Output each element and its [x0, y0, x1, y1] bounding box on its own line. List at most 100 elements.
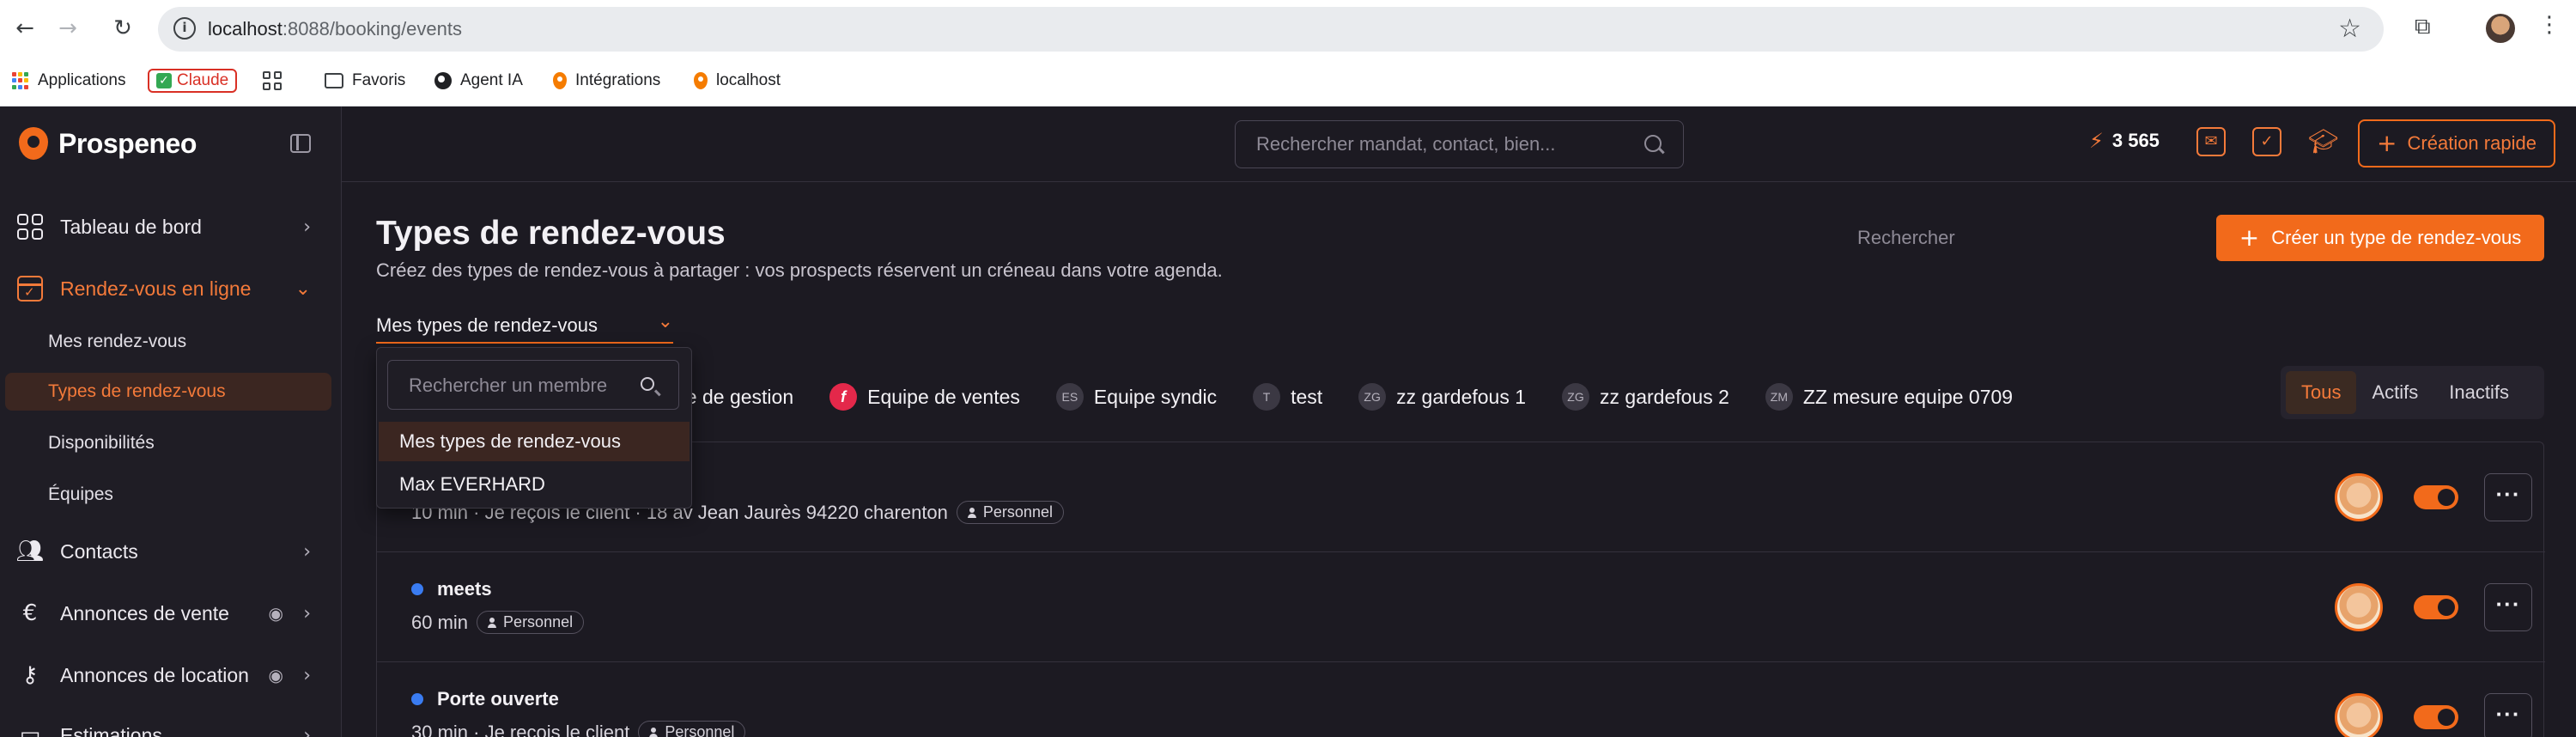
dropdown-option-member[interactable]: Max EVERHARD	[379, 465, 690, 504]
bookmark-star-icon[interactable]: ☆	[2338, 14, 2361, 44]
extensions-icon[interactable]: ⧉	[2415, 14, 2440, 40]
eye-icon[interactable]: ◉	[269, 665, 283, 685]
graduation-cap-icon[interactable]: 🎓︎	[2308, 127, 2339, 156]
team-filter-test[interactable]: Ttest	[1253, 383, 1322, 411]
key-icon: ⚷	[21, 662, 39, 688]
global-search[interactable]	[1235, 120, 1684, 168]
calendar-icon[interactable]: ✓	[2252, 127, 2281, 156]
color-dot	[411, 693, 423, 705]
search-icon[interactable]	[1644, 135, 1662, 152]
bookmark-agent-ia[interactable]: Agent IA	[434, 67, 523, 94]
team-filter-mesure[interactable]: ZM ZZ mesure equipe 0709	[1765, 383, 2013, 411]
browser-menu-icon[interactable]: ⋮	[2538, 12, 2561, 38]
team-filter-gardefous-2[interactable]: ZG zz gardefous 2	[1562, 383, 1729, 411]
status-badge: Personnel	[638, 721, 746, 737]
chevron-down-icon: ⌄	[657, 311, 673, 332]
bookmarks-bar: Applications ✓ Claude Favoris Agent IA In…	[0, 57, 2576, 107]
eye-icon[interactable]: ◉	[269, 603, 283, 624]
sidebar-sub-availability[interactable]: Disponibilités	[5, 424, 331, 462]
team-filter-syndic[interactable]: ES Equipe syndic	[1055, 383, 1217, 411]
sidebar-sub-teams[interactable]: Équipes	[5, 476, 331, 514]
team-filter-management[interactable]: pe de gestion	[675, 386, 793, 409]
folder-icon	[325, 73, 343, 88]
logo-icon	[19, 127, 48, 160]
sidebar-item-dashboard[interactable]: Tableau de bord ›	[15, 203, 326, 251]
active-toggle[interactable]	[2414, 595, 2458, 619]
credits-counter[interactable]: ⚡︎ 3 565	[2089, 129, 2160, 153]
back-icon[interactable]: ←	[12, 15, 38, 41]
bookmark-applications[interactable]: Applications	[12, 67, 125, 94]
member-search[interactable]	[387, 360, 679, 410]
pin-icon	[553, 72, 567, 89]
bookmark-claude[interactable]: ✓ Claude	[148, 67, 238, 94]
row-meta: 60 min Personnel	[411, 611, 585, 634]
more-options-button[interactable]: ···	[2484, 473, 2532, 521]
list-item[interactable]: meets 60 min Personnel ···	[377, 552, 2545, 662]
brand-name: Prospeneo	[58, 127, 197, 159]
quick-create-button[interactable]: + Création rapide	[2358, 119, 2555, 168]
top-header: ⚡︎ 3 565 ✉ ✓ 🎓︎ + Création rapide	[342, 107, 2576, 182]
mail-icon[interactable]: ✉	[2196, 127, 2226, 156]
reload-icon[interactable]: ↻	[110, 15, 136, 41]
team-filter-gardefous-1[interactable]: ZG zz gardefous 1	[1358, 383, 1526, 411]
user-icon	[649, 727, 659, 737]
row-title: meets	[411, 578, 492, 600]
team-avatar: f	[829, 383, 858, 411]
sidebar-item-label: Rendez-vous en ligne	[60, 277, 252, 300]
sidebar-item-estimations[interactable]: ▭ Estimations ›	[15, 711, 326, 737]
sidebar-item-rental-listings[interactable]: ⚷ Annonces de location ◉ ›	[15, 651, 326, 699]
sidebar-item-label: Tableau de bord	[60, 215, 202, 238]
address-bar[interactable]: i localhost:8088/booking/events ☆	[158, 7, 2384, 52]
site-info-icon[interactable]: i	[173, 17, 196, 40]
sidebar-item-online-booking[interactable]: Rendez-vous en ligne ⌄	[15, 265, 326, 313]
active-toggle[interactable]	[2414, 485, 2458, 509]
owner-filter-select[interactable]: Mes types de rendez-vous ⌄	[376, 311, 673, 344]
team-filter-sales[interactable]: f Equipe de ventes	[829, 383, 1020, 411]
bookmark-grid[interactable]	[263, 67, 282, 94]
search-field[interactable]: Rechercher	[1857, 227, 1955, 249]
dropdown-option-my-types[interactable]: Mes types de rendez-vous	[379, 422, 690, 461]
bookmark-localhost[interactable]: localhost	[694, 67, 781, 94]
user-icon	[967, 507, 976, 518]
sidebar-item-label: Annonces de vente	[60, 601, 229, 624]
more-options-button[interactable]: ···	[2484, 693, 2532, 737]
status-badge: Personnel	[956, 501, 1064, 524]
brand-logo[interactable]: Prospeneo	[19, 127, 197, 160]
avatar	[2335, 473, 2383, 521]
forward-icon[interactable]: →	[55, 15, 81, 41]
team-avatar: ZG	[1358, 383, 1387, 411]
avatar	[2335, 583, 2383, 631]
sidebar-sub-my-appointments[interactable]: Mes rendez-vous	[5, 323, 331, 361]
calendar-check-icon	[17, 276, 43, 302]
url-text[interactable]: localhost:8088/booking/events	[208, 18, 462, 40]
global-search-input[interactable]	[1256, 133, 1634, 155]
chevron-right-icon: ›	[303, 602, 311, 624]
status-filter-all[interactable]: Tous	[2286, 371, 2357, 414]
chevron-down-icon: ⌄	[295, 277, 311, 300]
sidebar-item-label: Annonces de location	[60, 663, 249, 686]
bookmark-integrations[interactable]: Intégrations	[553, 67, 660, 94]
status-filter-active[interactable]: Actifs	[2356, 371, 2433, 414]
bookmark-favoris[interactable]: Favoris	[325, 67, 405, 94]
sidebar-collapse-icon[interactable]	[290, 134, 311, 153]
create-appointment-type-button[interactable]: + Créer un type de rendez-vous	[2216, 215, 2544, 261]
status-filter-inactive[interactable]: Inactifs	[2433, 371, 2524, 414]
profile-avatar[interactable]	[2486, 14, 2515, 43]
chevron-right-icon: ›	[303, 216, 311, 238]
check-icon: ✓	[156, 73, 172, 88]
active-toggle[interactable]	[2414, 705, 2458, 729]
list-item[interactable]: 10 min · Je reçois le client · 18 av Jea…	[377, 442, 2545, 552]
sidebar-item-label: Estimations	[60, 723, 162, 737]
sidebar-item-contacts[interactable]: 👥︎ Contacts ›	[15, 527, 326, 576]
estimation-icon: ▭	[19, 722, 41, 737]
sidebar-item-sale-listings[interactable]: € Annonces de vente ◉ ›	[15, 589, 326, 637]
row-meta: 30 min · Je reçois le client Personnel	[411, 721, 746, 737]
member-search-input[interactable]	[409, 375, 632, 397]
list-item[interactable]: Porte ouverte 30 min · Je reçois le clie…	[377, 662, 2545, 737]
sidebar-sub-appointment-types[interactable]: Types de rendez-vous	[5, 373, 331, 411]
appointment-type-list: 10 min · Je reçois le client · 18 av Jea…	[376, 442, 2545, 737]
team-avatar: ZG	[1562, 383, 1590, 411]
dashboard-icon	[17, 214, 43, 240]
bolt-icon: ⚡︎	[2089, 129, 2104, 153]
more-options-button[interactable]: ···	[2484, 583, 2532, 631]
